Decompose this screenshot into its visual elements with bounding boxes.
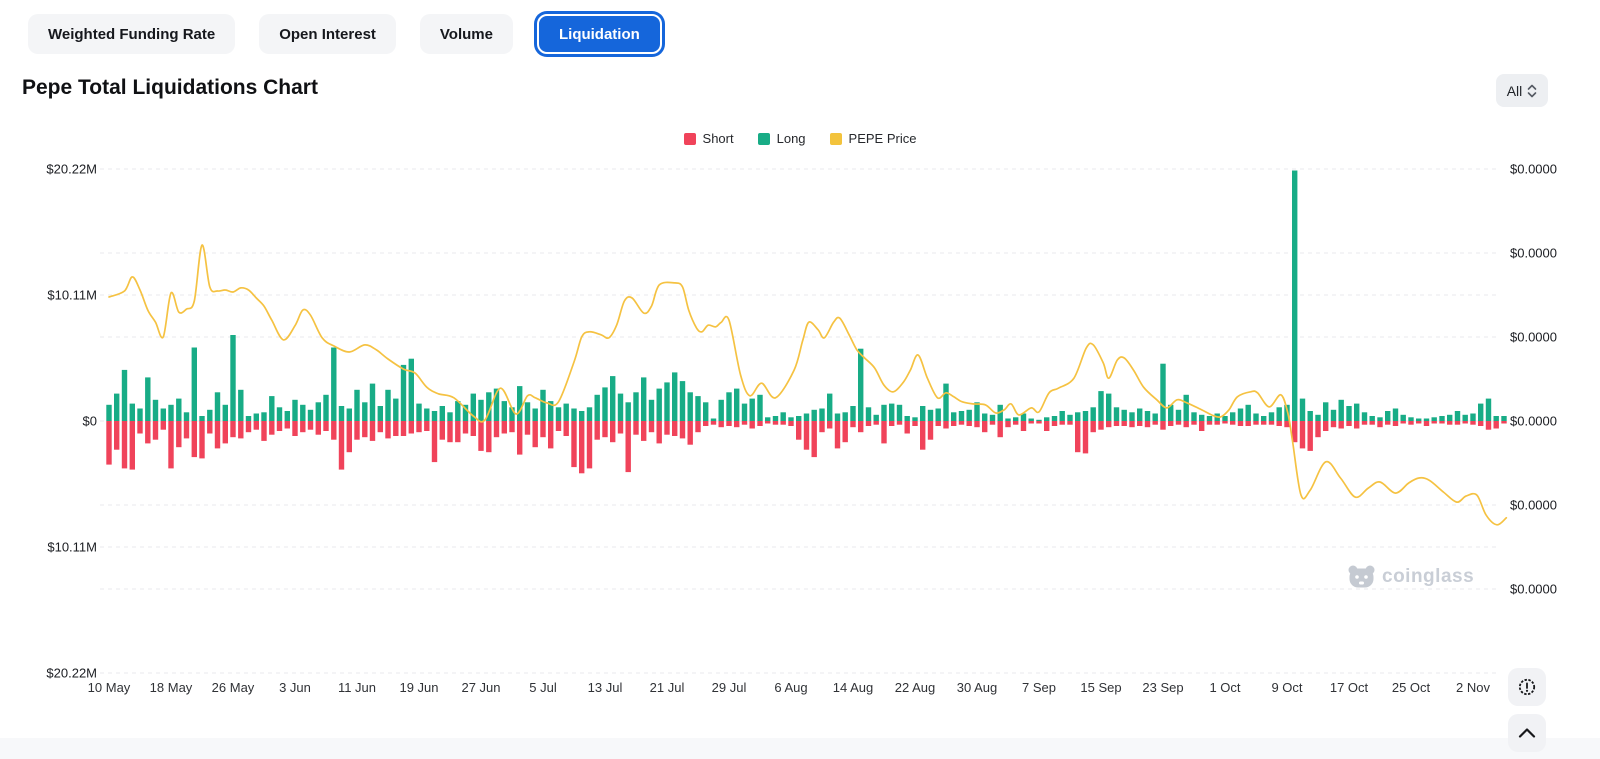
- x-axis-label: 7 Sep: [1022, 680, 1056, 695]
- left-axis-label: $10.11M: [47, 540, 97, 555]
- x-axis-label: 14 Aug: [833, 680, 874, 695]
- left-axis-label: $10.11M: [47, 288, 97, 303]
- long-liquidation-bars: [106, 171, 1506, 422]
- x-axis-label: 2 Nov: [1456, 680, 1490, 695]
- x-axis-label: 11 Jun: [338, 680, 376, 695]
- x-axis-label: 17 Oct: [1330, 680, 1369, 695]
- right-axis-label: $0.0000: [1510, 246, 1557, 261]
- x-axis-label: 26 May: [212, 680, 255, 695]
- left-axis-labels: $20.22M $10.11M $0 $10.11M $20.22M: [46, 162, 97, 681]
- x-axis-label: 15 Sep: [1080, 680, 1121, 695]
- x-axis-label: 1 Oct: [1209, 680, 1240, 695]
- alert-badge-button[interactable]: [1508, 668, 1546, 706]
- left-axis-label: $20.22M: [46, 666, 97, 681]
- x-axis-label: 18 May: [150, 680, 193, 695]
- x-axis-label: 10 May: [88, 680, 131, 695]
- x-axis-label: 21 Jul: [650, 680, 685, 695]
- liquidation-chart-canvas[interactable]: $20.22M$10.11M$0$10.11M$20.22M$0.0000$0.…: [0, 0, 1600, 759]
- x-axis-label: 27 Jun: [461, 680, 500, 695]
- x-axis-label: 5 Jul: [529, 680, 557, 695]
- x-axis-label: 19 Jun: [399, 680, 438, 695]
- page-footer-strip: [0, 738, 1600, 759]
- chevron-up-icon: [1518, 727, 1536, 739]
- x-axis-label: 25 Oct: [1392, 680, 1431, 695]
- badge-alert-icon: [1517, 677, 1537, 697]
- left-axis-label: $20.22M: [46, 162, 97, 177]
- x-axis-label: 9 Oct: [1271, 680, 1302, 695]
- x-axis-label: 3 Jun: [279, 680, 311, 695]
- right-axis-label: $0.0000: [1510, 330, 1557, 345]
- x-axis-label: 6 Aug: [774, 680, 807, 695]
- right-axis-label: $0.0000: [1510, 582, 1557, 597]
- right-axis-label: $0.0000: [1510, 162, 1557, 177]
- x-axis-label: 29 Jul: [712, 680, 747, 695]
- x-axis-label: 30 Aug: [957, 680, 998, 695]
- left-axis-label: $0: [83, 414, 97, 429]
- x-axis-labels: 10 May 18 May 26 May 3 Jun 11 Jun 19 Jun 27 Ju…: [88, 680, 1491, 695]
- collapse-button[interactable]: [1508, 714, 1546, 752]
- right-axis-label: $0.0000: [1510, 498, 1557, 513]
- x-axis-label: 22 Aug: [895, 680, 936, 695]
- right-axis-labels: $0.0000 $0.0000 $0.0000 $0.0000 $0.0000 $0.00…: [1510, 162, 1557, 597]
- x-axis-label: 23 Sep: [1142, 680, 1183, 695]
- liquidation-page: Weighted Funding Rate Open Interest Volu…: [0, 0, 1600, 759]
- right-axis-label: $0.0000: [1510, 414, 1557, 429]
- x-axis-label: 13 Jul: [588, 680, 623, 695]
